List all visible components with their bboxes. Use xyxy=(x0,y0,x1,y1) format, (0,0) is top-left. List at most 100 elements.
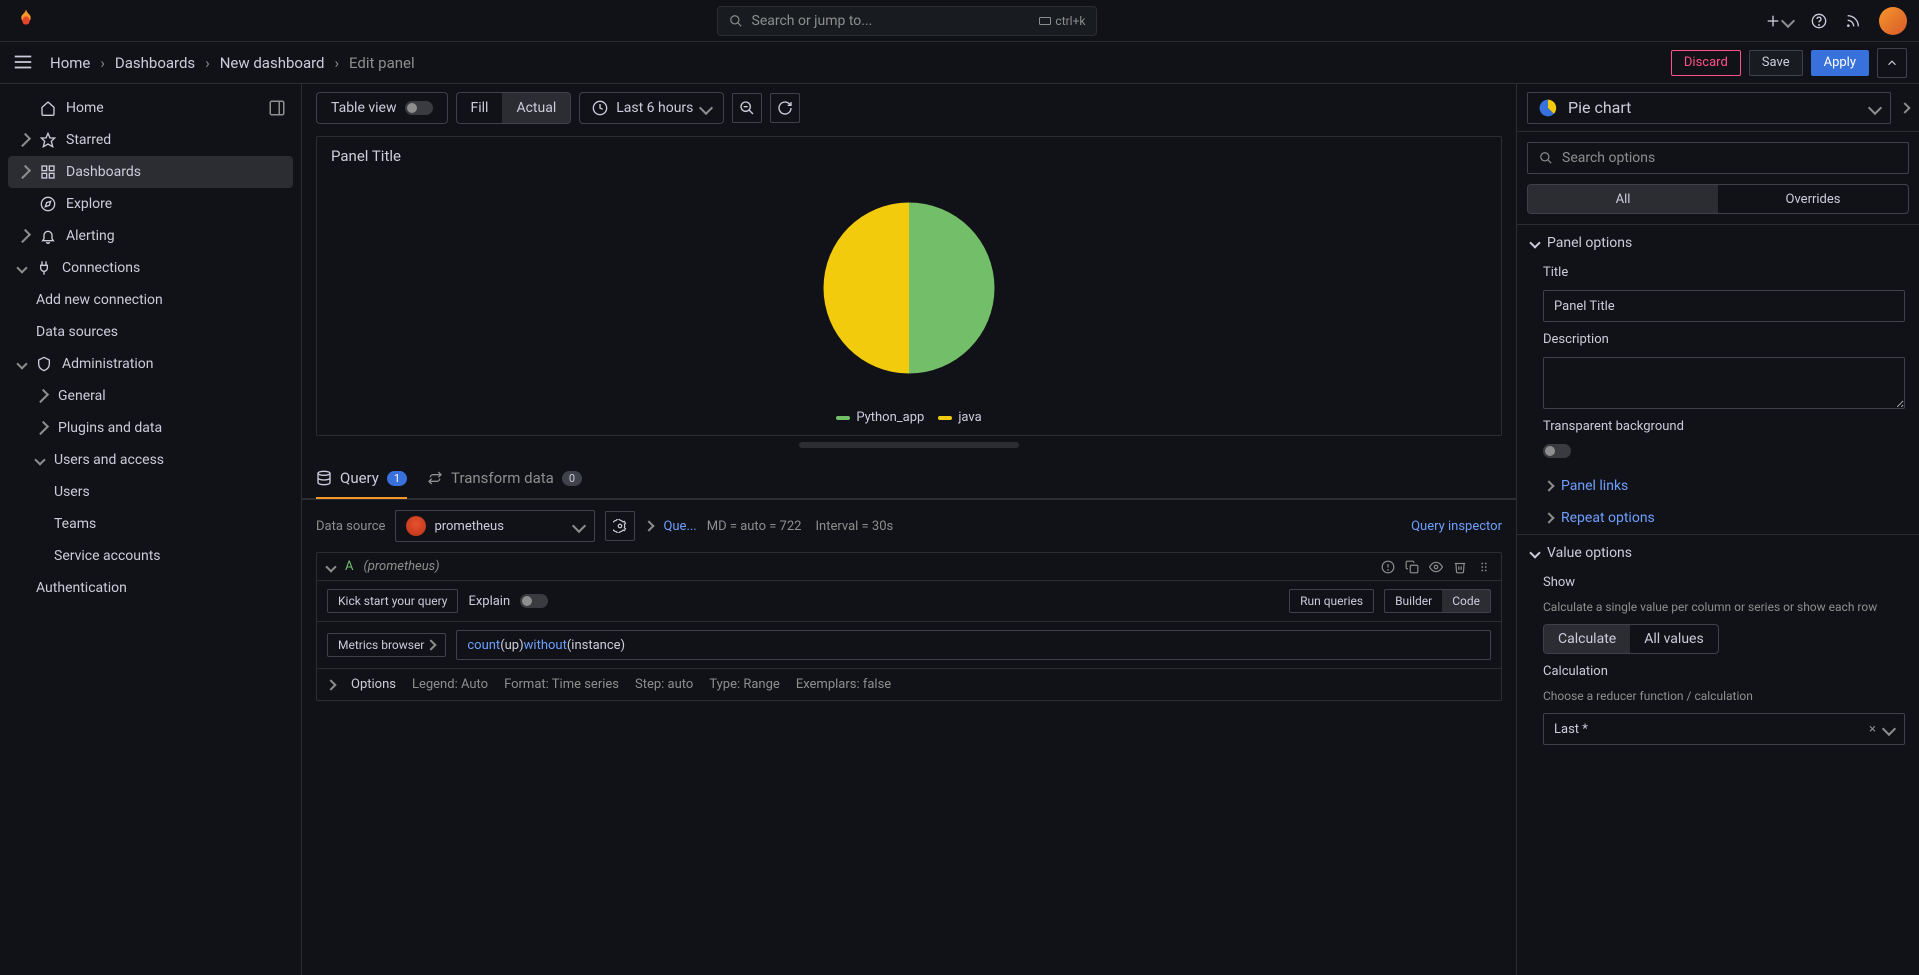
breadcrumb-new-dashboard[interactable]: New dashboard xyxy=(220,54,325,72)
nav-plugins[interactable]: Plugins and data xyxy=(8,412,293,444)
undock-icon[interactable] xyxy=(263,94,291,122)
refresh-button[interactable] xyxy=(770,93,800,123)
scrollbar[interactable] xyxy=(799,442,1019,448)
nav-dashboards[interactable]: Dashboards xyxy=(8,156,293,188)
options-search[interactable]: Search options xyxy=(1527,142,1909,174)
section-panel-options[interactable]: Panel options xyxy=(1517,225,1919,261)
chevron-right-icon[interactable] xyxy=(1899,102,1910,113)
menu-toggle-icon[interactable] xyxy=(12,51,36,75)
tab-transform[interactable]: Transform data 0 xyxy=(427,458,582,498)
discard-button[interactable]: Discard xyxy=(1671,50,1741,76)
run-queries-button[interactable]: Run queries xyxy=(1289,589,1374,613)
step-option: Step: auto xyxy=(635,677,693,692)
editor-center: Table view Fill Actual Last 6 hours Pane… xyxy=(302,84,1517,975)
section-repeat-options[interactable]: Repeat options xyxy=(1517,502,1919,534)
nav-alerting[interactable]: Alerting xyxy=(8,220,293,252)
nav-authentication[interactable]: Authentication xyxy=(8,572,293,604)
nav-teams[interactable]: Teams xyxy=(8,508,293,540)
grafana-logo-icon[interactable] xyxy=(12,7,40,35)
tab-query[interactable]: Query 1 xyxy=(316,459,407,499)
tab-overrides[interactable]: Overrides xyxy=(1718,185,1908,213)
chevron-down-icon xyxy=(572,519,586,533)
fill-actual-toggle[interactable]: Fill Actual xyxy=(456,92,572,124)
builder-option[interactable]: Builder xyxy=(1385,590,1442,612)
trash-icon[interactable] xyxy=(1453,560,1467,574)
chevron-right-icon xyxy=(35,389,49,403)
section-panel-links[interactable]: Panel links xyxy=(1517,470,1919,502)
help-icon[interactable] xyxy=(1811,13,1827,29)
datasource-label: Data source xyxy=(316,519,385,534)
apply-button[interactable]: Apply xyxy=(1811,50,1869,76)
compass-icon xyxy=(40,196,56,212)
breadcrumb-current: Edit panel xyxy=(349,54,415,72)
legend-item[interactable]: java xyxy=(938,410,981,425)
nav-starred[interactable]: Starred xyxy=(8,124,293,156)
calculate-option[interactable]: Calculate xyxy=(1544,625,1630,653)
tab-all[interactable]: All xyxy=(1528,185,1718,213)
nav-home[interactable]: Home xyxy=(8,92,293,124)
chevron-down-icon[interactable] xyxy=(325,561,336,572)
breadcrumb-home[interactable]: Home xyxy=(50,54,90,72)
kick-start-button[interactable]: Kick start your query xyxy=(327,589,458,613)
actual-option[interactable]: Actual xyxy=(502,93,570,123)
save-button[interactable]: Save xyxy=(1749,50,1803,76)
builder-code-toggle[interactable]: Builder Code xyxy=(1384,589,1491,613)
drag-handle-icon[interactable] xyxy=(1477,560,1491,574)
tab-label: Query xyxy=(340,469,379,487)
zoom-out-button[interactable] xyxy=(732,93,762,123)
que-link[interactable]: Que... xyxy=(663,519,696,534)
chevron-right-icon xyxy=(17,133,31,147)
nav-add-connection[interactable]: Add new connection xyxy=(8,284,293,316)
datasource-picker[interactable]: prometheus xyxy=(395,510,595,542)
nav-label: Teams xyxy=(54,516,96,532)
nav-general[interactable]: General xyxy=(8,380,293,412)
type-option: Type: Range xyxy=(709,677,779,692)
chevron-right-icon[interactable] xyxy=(325,679,336,690)
datasource-settings-button[interactable] xyxy=(605,511,635,541)
metrics-browser-button[interactable]: Metrics browser xyxy=(327,633,446,657)
options-label[interactable]: Options xyxy=(351,677,396,692)
table-view-toggle[interactable]: Table view xyxy=(316,92,448,124)
legend-item[interactable]: Python_app xyxy=(836,410,924,425)
title-input[interactable] xyxy=(1543,290,1905,322)
nav-explore[interactable]: Explore xyxy=(8,188,293,220)
description-label: Description xyxy=(1543,332,1905,347)
transparent-toggle[interactable] xyxy=(1543,444,1571,458)
fill-option[interactable]: Fill xyxy=(457,93,503,123)
section-value-options[interactable]: Value options xyxy=(1517,535,1919,571)
nav-label: Add new connection xyxy=(36,292,163,308)
chevron-right-icon[interactable] xyxy=(644,520,655,531)
calculation-select[interactable]: Last * × xyxy=(1543,713,1905,745)
eye-icon[interactable] xyxy=(1429,560,1443,574)
news-icon[interactable] xyxy=(1845,13,1861,29)
star-icon xyxy=(40,132,56,148)
code-option[interactable]: Code xyxy=(1442,590,1490,612)
nav-users-access[interactable]: Users and access xyxy=(8,444,293,476)
visualization-name: Pie chart xyxy=(1568,98,1631,117)
duplicate-icon[interactable] xyxy=(1405,560,1419,574)
nav-label: Home xyxy=(66,100,104,116)
nav-users[interactable]: Users xyxy=(8,476,293,508)
query-inspector-link[interactable]: Query inspector xyxy=(1411,519,1502,534)
promql-input[interactable]: count(up) without(instance) xyxy=(456,630,1491,660)
query-tabs: Query 1 Transform data 0 xyxy=(302,458,1516,500)
help-icon[interactable] xyxy=(1381,560,1395,574)
nav-service-accounts[interactable]: Service accounts xyxy=(8,540,293,572)
collapse-panel-icon[interactable] xyxy=(1877,48,1907,78)
options-tabs[interactable]: All Overrides xyxy=(1527,184,1909,214)
nav-label: Connections xyxy=(62,260,140,276)
user-avatar[interactable] xyxy=(1879,7,1907,35)
nav-connections[interactable]: Connections xyxy=(8,252,293,284)
nav-data-sources[interactable]: Data sources xyxy=(8,316,293,348)
add-menu[interactable] xyxy=(1765,13,1793,29)
time-range-picker[interactable]: Last 6 hours xyxy=(579,92,724,124)
description-input[interactable] xyxy=(1543,357,1905,409)
global-search[interactable]: Search or jump to... ctrl+k xyxy=(717,6,1097,36)
visualization-picker[interactable]: Pie chart xyxy=(1527,92,1891,124)
show-toggle[interactable]: Calculate All values xyxy=(1543,624,1719,654)
explain-toggle[interactable] xyxy=(520,594,548,608)
clear-icon[interactable]: × xyxy=(1869,722,1876,737)
nav-administration[interactable]: Administration xyxy=(8,348,293,380)
all-values-option[interactable]: All values xyxy=(1630,625,1717,653)
breadcrumb-dashboards[interactable]: Dashboards xyxy=(115,54,195,72)
